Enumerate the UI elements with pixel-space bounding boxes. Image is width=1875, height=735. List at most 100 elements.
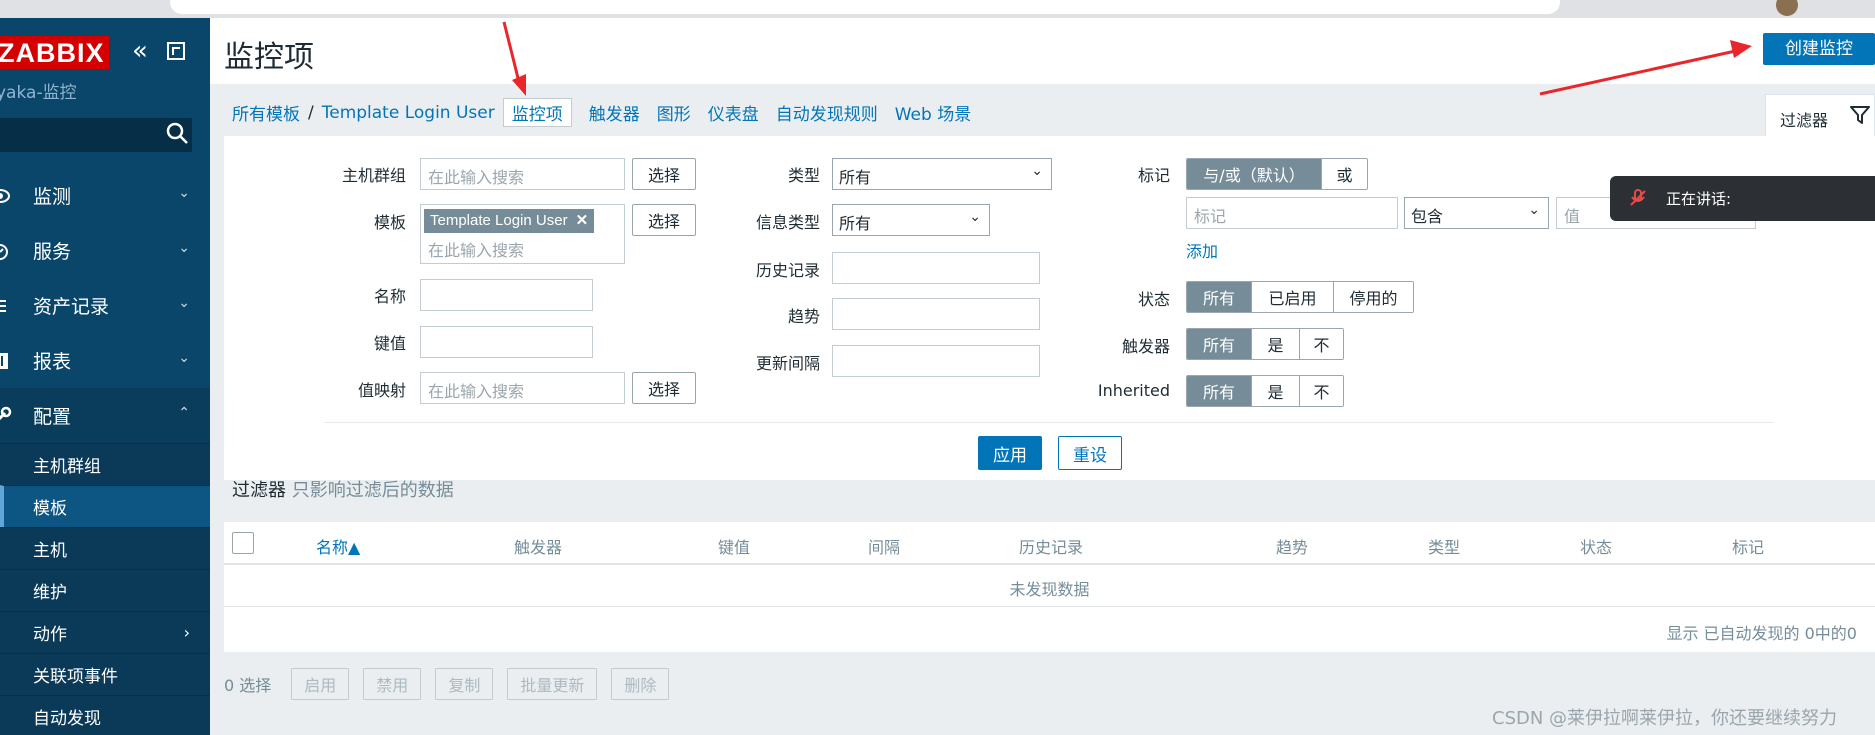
filter-icon xyxy=(1850,106,1870,124)
triggers-toggle[interactable]: 所有 是 不 xyxy=(1186,328,1344,360)
nav-item-label: 配置 xyxy=(33,406,72,428)
trends-label: 趋势 xyxy=(787,307,820,326)
breadcrumb-template[interactable]: Template Login User xyxy=(322,103,495,123)
tab-triggers[interactable]: 触发器 xyxy=(589,100,640,125)
nav-item-reports[interactable]: 报表 ⌄ xyxy=(0,333,210,388)
add-tag-link[interactable]: 添加 xyxy=(1186,238,1218,262)
history-input[interactable] xyxy=(832,252,1040,284)
mass-update-button[interactable]: 批量更新 xyxy=(507,668,598,700)
host-group-select-button[interactable]: 选择 xyxy=(632,158,696,190)
tag-operator-select[interactable]: 包含 ⌄ xyxy=(1404,197,1549,229)
nav-item-monitoring[interactable]: 监测 ⌄ xyxy=(0,168,210,223)
inherited-no-option[interactable]: 不 xyxy=(1299,376,1343,406)
column-status[interactable]: 状态 xyxy=(1580,534,1612,558)
nav-item-label: 服务 xyxy=(33,241,72,263)
template-chip: Template Login User ✕ xyxy=(424,209,595,233)
profile-avatar[interactable] xyxy=(1776,0,1798,16)
column-interval[interactable]: 间隔 xyxy=(868,534,900,558)
tags-evaltype-toggle[interactable]: 与/或（默认） 或 xyxy=(1186,158,1368,190)
breadcrumb-row: 所有模板 / Template Login User 监控项 触发器 图形 仪表… xyxy=(210,84,1875,136)
copy-button[interactable]: 复制 xyxy=(435,668,494,700)
info-type-select[interactable]: 所有 ⌄ xyxy=(832,204,990,236)
state-toggle[interactable]: 所有 已启用 停用的 xyxy=(1186,281,1414,313)
name-label: 名称 xyxy=(373,287,406,306)
template-multiselect[interactable]: Template Login User ✕ 在此输入搜索 xyxy=(420,204,625,264)
nav-item-label: 监测 xyxy=(33,186,72,208)
column-type[interactable]: 类型 xyxy=(1428,534,1460,558)
column-history[interactable]: 历史记录 xyxy=(1019,534,1083,558)
sidebar-item-maintenance[interactable]: 维护 xyxy=(0,569,210,611)
nav-item-inventory[interactable]: 资产记录 ⌄ xyxy=(0,278,210,333)
column-key[interactable]: 键值 xyxy=(718,534,750,558)
valuemap-label: 值映射 xyxy=(357,381,406,400)
address-bar[interactable] xyxy=(170,0,1560,14)
breadcrumb-separator: / xyxy=(308,102,314,123)
sidebar-item-templates[interactable]: 模板 xyxy=(0,485,210,527)
valuemap-input[interactable]: 在此输入搜索 xyxy=(420,372,625,404)
sidebar-item-host-groups[interactable]: 主机群组 xyxy=(0,443,210,485)
chevron-down-icon: ⌄ xyxy=(178,350,190,366)
chevron-down-icon: ⌄ xyxy=(969,209,981,225)
sidebar-item-event-correlation[interactable]: 关联项事件 xyxy=(0,653,210,695)
tab-graphs[interactable]: 图形 xyxy=(657,100,691,125)
configuration-submenu: 主机群组 模板 主机 维护 动作 › 关联项事件 自动发现 xyxy=(0,443,210,735)
tag-operator-value: 包含 xyxy=(1411,207,1444,226)
close-icon[interactable]: ✕ xyxy=(576,212,589,229)
clock-icon xyxy=(0,244,8,260)
sidebar-item-actions[interactable]: 动作 › xyxy=(0,611,210,653)
zabbix-logo[interactable]: ZABBIX xyxy=(0,36,109,69)
kiosk-mode-icon[interactable] xyxy=(167,42,185,60)
list-icon xyxy=(0,300,6,312)
name-input[interactable] xyxy=(420,279,593,311)
state-all-option[interactable]: 所有 xyxy=(1187,282,1251,312)
inherited-toggle[interactable]: 所有 是 不 xyxy=(1186,375,1344,407)
triggers-all-option[interactable]: 所有 xyxy=(1187,329,1251,359)
create-item-button[interactable]: 创建监控项 xyxy=(1763,33,1875,84)
table-header: 名称▲ 触发器 键值 间隔 历史记录 趋势 类型 状态 标记 xyxy=(224,522,1875,565)
reset-button[interactable]: 重设 xyxy=(1058,436,1122,470)
sidebar-item-discovery[interactable]: 自动发现 xyxy=(0,695,210,735)
key-input[interactable] xyxy=(420,326,593,358)
template-label: 模板 xyxy=(373,213,406,232)
state-label: 状态 xyxy=(1137,290,1170,309)
type-label: 类型 xyxy=(787,166,820,185)
update-interval-input[interactable] xyxy=(832,345,1040,377)
select-all-checkbox[interactable] xyxy=(232,532,254,554)
filter-divider xyxy=(324,422,1774,423)
inherited-all-option[interactable]: 所有 xyxy=(1187,376,1251,406)
column-name[interactable]: 名称▲ xyxy=(316,534,360,558)
apply-button[interactable]: 应用 xyxy=(978,436,1042,470)
collapse-sidebar-icon[interactable]: « xyxy=(132,38,148,64)
tab-items[interactable]: 监控项 xyxy=(502,98,572,127)
sidebar-item-hosts[interactable]: 主机 xyxy=(0,527,210,569)
enable-button[interactable]: 启用 xyxy=(291,668,350,700)
page-title: 监控项 xyxy=(224,40,314,75)
triggers-yes-option[interactable]: 是 xyxy=(1251,329,1299,359)
column-trends[interactable]: 趋势 xyxy=(1276,534,1308,558)
chevron-down-icon: ⌄ xyxy=(178,295,190,311)
type-select[interactable]: 所有 ⌄ xyxy=(832,158,1052,190)
trends-input[interactable] xyxy=(832,298,1040,330)
state-disabled-option[interactable]: 停用的 xyxy=(1333,282,1413,312)
search-icon[interactable] xyxy=(164,120,192,148)
nav-item-label: 报表 xyxy=(33,351,72,373)
delete-button[interactable]: 删除 xyxy=(611,668,670,700)
nav-item-services[interactable]: 服务 ⌄ xyxy=(0,223,210,278)
tab-discovery-rules[interactable]: 自动发现规则 xyxy=(776,100,878,125)
disable-button[interactable]: 禁用 xyxy=(363,668,422,700)
state-enabled-option[interactable]: 已启用 xyxy=(1251,282,1333,312)
tags-and-or-option[interactable]: 与/或（默认） xyxy=(1187,159,1321,189)
filter-tab-label: 过滤器 xyxy=(1780,111,1829,130)
template-select-button[interactable]: 选择 xyxy=(632,204,696,236)
tab-dashboards[interactable]: 仪表盘 xyxy=(708,100,759,125)
filter-tab[interactable]: 过滤器 xyxy=(1765,94,1875,136)
host-group-input[interactable]: 在此输入搜索 xyxy=(420,158,625,190)
tag-name-input[interactable]: 标记 xyxy=(1186,197,1398,229)
triggers-no-option[interactable]: 不 xyxy=(1299,329,1343,359)
tags-or-option[interactable]: 或 xyxy=(1321,159,1367,189)
tab-web-scenarios[interactable]: Web 场景 xyxy=(895,100,971,125)
inherited-yes-option[interactable]: 是 xyxy=(1251,376,1299,406)
valuemap-select-button[interactable]: 选择 xyxy=(632,372,696,404)
nav-item-configuration[interactable]: 配置 ⌃ xyxy=(0,388,210,443)
breadcrumb-all-templates[interactable]: 所有模板 xyxy=(232,100,300,125)
